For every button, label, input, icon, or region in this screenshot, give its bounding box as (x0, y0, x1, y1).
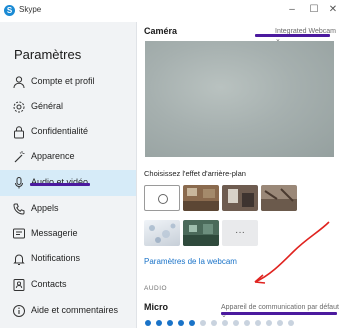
app-title: Skype (19, 5, 42, 14)
gear-icon (13, 101, 25, 113)
maximize-button[interactable]: ☐ (306, 3, 322, 17)
settings-sidebar: Paramètres Compte et profil Général Conf… (0, 22, 137, 328)
mic-level-dot (233, 320, 239, 326)
message-icon (13, 228, 25, 239)
microphone-icon (15, 177, 23, 189)
annotation-underline-audio (30, 183, 90, 186)
sidebar-item-help[interactable]: Aide et commentaires (0, 298, 136, 324)
mic-level-dot (255, 320, 261, 326)
audio-section-label: AUDIO (144, 285, 168, 292)
microphone-device-value: Appareil de communication par défaut (221, 304, 339, 311)
sidebar-item-label: Contacts (31, 279, 67, 289)
mic-level-dot (222, 320, 228, 326)
person-icon (13, 76, 25, 89)
sidebar-item-label: Appels (31, 203, 59, 213)
skype-window: S Skype – ☐ ✕ Paramètres Compte et profi… (0, 0, 342, 328)
mic-level-dot (178, 320, 184, 326)
close-button[interactable]: ✕ (325, 3, 341, 17)
sidebar-item-label: Apparence (31, 151, 75, 161)
bell-icon (13, 254, 25, 265)
room-image (222, 185, 258, 211)
background-thumbnail[interactable] (183, 185, 219, 211)
mic-level-dot (266, 320, 272, 326)
mic-level-dot (167, 320, 173, 326)
background-thumbnail[interactable] (222, 185, 258, 211)
mic-level-dot (189, 320, 195, 326)
sidebar-item-general[interactable]: Général (0, 94, 136, 120)
sidebar-item-appearance[interactable]: Apparence (0, 144, 136, 170)
sidebar-item-label: Messagerie (31, 228, 78, 238)
background-none-thumbnail[interactable] (144, 185, 180, 211)
sidebar-item-privacy[interactable]: Confidentialité (0, 119, 136, 145)
sidebar-item-label: Général (31, 101, 64, 111)
sidebar-item-messaging[interactable]: Messagerie (0, 221, 136, 247)
background-thumbnail[interactable] (261, 185, 297, 211)
magic-wand-icon (14, 151, 25, 163)
mic-level-dot (211, 320, 217, 326)
mic-level-dot (200, 320, 206, 326)
mic-level-dot (145, 320, 151, 326)
annotation-underline-camera-device (255, 34, 330, 37)
minimize-button[interactable]: – (284, 3, 300, 17)
webcam-settings-link[interactable]: Paramètres de la webcam (144, 257, 237, 266)
sidebar-item-contacts[interactable]: Contacts (0, 272, 136, 298)
mic-level-dot (288, 320, 294, 326)
room-image (261, 185, 297, 211)
mic-level-dot (244, 320, 250, 326)
background-thumbnail[interactable] (144, 220, 180, 246)
background-effect-caption: Choisissez l'effet d'arrière-plan (144, 169, 246, 178)
info-icon (13, 305, 25, 317)
camera-preview (145, 41, 334, 157)
sidebar-item-calls[interactable]: Appels (0, 196, 136, 222)
lock-icon (14, 126, 24, 139)
background-thumbnail[interactable] (183, 220, 219, 246)
blur-image (149, 223, 176, 243)
sidebar-item-label: Aide et commentaires (31, 305, 119, 315)
microphone-label: Micro (144, 302, 169, 312)
room-image (183, 220, 219, 246)
annotation-underline-mic-device (221, 312, 337, 315)
sidebar-item-label: Confidentialité (31, 126, 89, 136)
audio-video-panel: Caméra Integrated Webcam ⌄ Choisissez l'… (137, 22, 342, 328)
sidebar-item-notifications[interactable]: Notifications (0, 246, 136, 272)
sidebar-item-label: Compte et profil (31, 76, 95, 86)
mic-level-dot (277, 320, 283, 326)
room-image (183, 185, 219, 211)
camera-section-title: Caméra (144, 26, 178, 36)
no-effect-icon (158, 194, 168, 204)
sidebar-item-label: Notifications (31, 253, 81, 263)
skype-logo-icon: S (4, 5, 15, 16)
contacts-icon (13, 279, 25, 291)
sidebar-title: Paramètres (14, 47, 82, 62)
annotation-arrow (254, 221, 330, 284)
sidebar-item-account[interactable]: Compte et profil (0, 69, 136, 95)
mic-level-dot (156, 320, 162, 326)
title-bar: S Skype – ☐ ✕ (0, 0, 342, 22)
phone-icon (13, 203, 25, 215)
